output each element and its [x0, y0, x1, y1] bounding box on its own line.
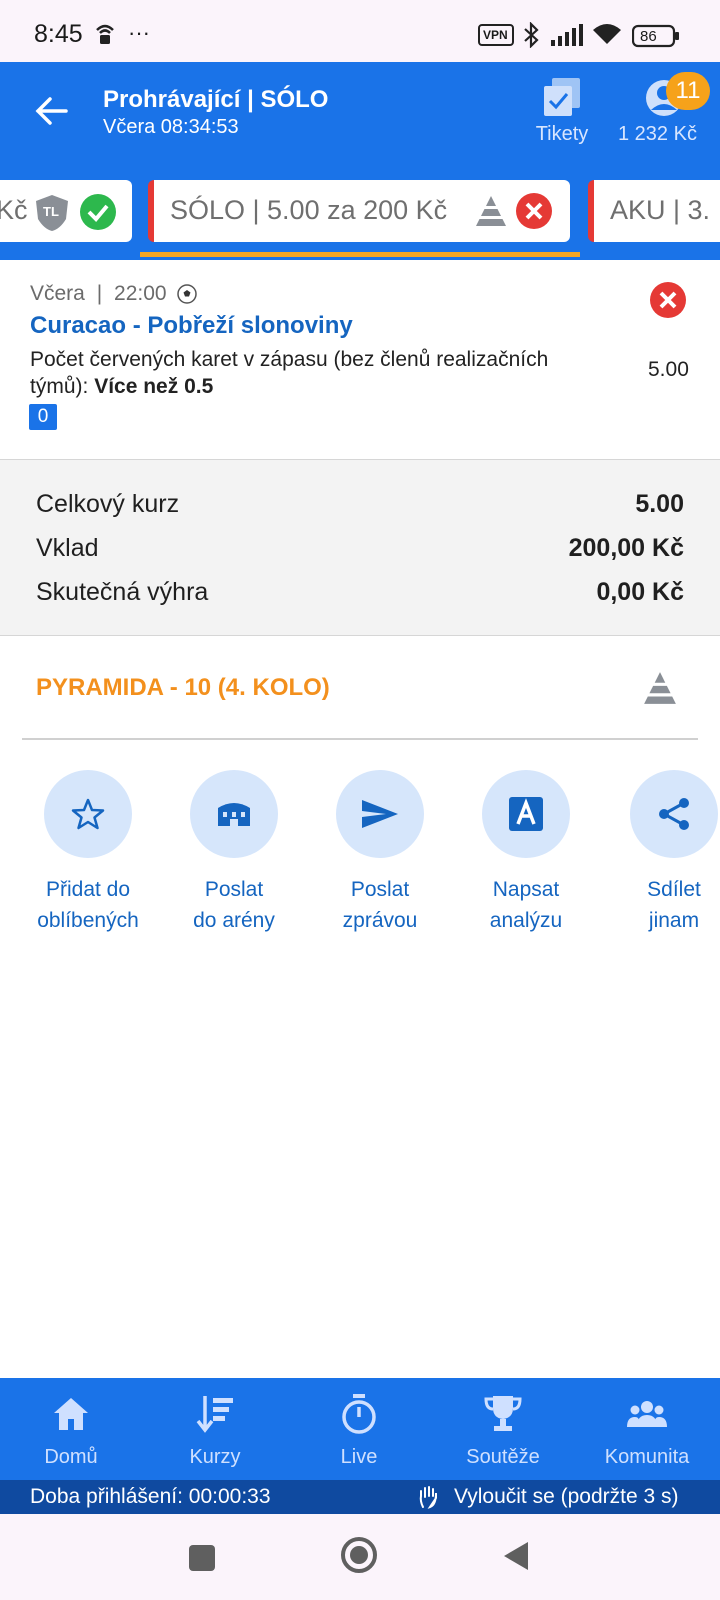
hand-icon [418, 1485, 440, 1515]
ticket-tab-aku[interactable]: AKU | 3. [588, 180, 720, 242]
share-icon [630, 770, 718, 858]
nav-live[interactable]: Live [294, 1392, 424, 1469]
tickets-label[interactable]: Tikety [532, 123, 592, 146]
total-odds-value: 5.00 [635, 490, 684, 518]
pyramid-label: PYRAMIDA - 10 (4. KOLO) [36, 674, 330, 701]
soccer-ball-icon [177, 284, 197, 309]
ticket-tabs: Kč TL SÓLO | 5.00 za 200 Kč AKU | 3. [0, 174, 720, 260]
home-icon [6, 1392, 136, 1436]
ticket-tab-previous[interactable]: Kč TL [0, 180, 132, 242]
wifi-icon [592, 22, 622, 51]
ticket-summary: Celkový kurz 5.00 Vklad 200,00 Kč Skuteč… [0, 460, 720, 636]
recents-square-icon[interactable] [188, 1544, 216, 1577]
back-triangle-icon[interactable] [502, 1540, 530, 1577]
bet-odds: 5.00 [648, 358, 689, 381]
tickets-icon[interactable] [542, 76, 582, 123]
nav-community[interactable]: Komunita [582, 1392, 712, 1469]
score-badge: 0 [29, 404, 57, 430]
back-arrow-icon[interactable] [34, 96, 68, 131]
nav-competitions[interactable]: Soutěže [438, 1392, 568, 1469]
match-name[interactable]: Curacao - Pobřeží slonoviny [30, 312, 353, 340]
add-favorites-button[interactable]: Přidat do oblíbených [24, 770, 152, 936]
status-time: 8:45 [34, 20, 83, 48]
lost-cross-icon [516, 193, 552, 236]
notification-badge[interactable]: 11 [666, 72, 710, 110]
bet-time: 22:00 [114, 282, 167, 305]
bottom-navigation: Domů Kurzy Live Soutěže Komunita [0, 1378, 720, 1480]
bet-selection: Více než 0.5 [94, 375, 214, 398]
nav-odds[interactable]: Kurzy [150, 1392, 280, 1469]
share-button[interactable]: Sdílet jinam [610, 770, 720, 936]
page-title: Prohrávající | SÓLO [103, 86, 329, 113]
ticket-tab-solo[interactable]: SÓLO | 5.00 za 200 Kč [148, 180, 570, 242]
community-icon [582, 1392, 712, 1436]
vpn-icon: VPN [478, 24, 514, 51]
won-check-icon [80, 194, 116, 237]
stake-row: Vklad 200,00 Kč [36, 534, 684, 562]
home-circle-icon[interactable] [340, 1536, 378, 1579]
send-message-button[interactable]: Poslat zprávou [316, 770, 444, 936]
total-odds-row: Celkový kurz 5.00 [36, 490, 684, 518]
pyramid-row[interactable]: PYRAMIDA - 10 (4. KOLO) [22, 636, 698, 740]
tl-shield-icon: TL [34, 193, 70, 240]
star-icon [44, 770, 132, 858]
more-notifications: ··· [128, 20, 150, 45]
bluetooth-icon [522, 21, 540, 53]
lock-wifi-icon [94, 22, 116, 51]
trophy-icon [438, 1392, 568, 1436]
ticket-timestamp: Včera 08:34:53 [103, 116, 239, 138]
app-header: Prohrávající | SÓLO Včera 08:34:53 Tiket… [0, 62, 720, 174]
nav-home[interactable]: Domů [6, 1392, 136, 1469]
pyramid-icon [642, 670, 678, 711]
active-tab-indicator [140, 252, 580, 257]
status-bar: 8:45 ··· VPN 86 [0, 0, 720, 62]
win-row: Skutečná výhra 0,00 Kč [36, 578, 684, 606]
write-analysis-button[interactable]: Napsat analýzu [462, 770, 590, 936]
send-icon [336, 770, 424, 858]
arena-icon [190, 770, 278, 858]
bet-card: Včera | 22:00 Curacao - Pobřeží slonovin… [0, 260, 720, 460]
login-duration: Doba přihlášení: 00:00:33 [30, 1485, 271, 1508]
cross-icon [650, 282, 686, 323]
account-balance[interactable]: 1 232 Kč [618, 123, 697, 146]
send-to-arena-button[interactable]: Poslat do arény [170, 770, 298, 936]
stake-value: 200,00 Kč [568, 534, 684, 562]
system-navigation-bar [0, 1514, 720, 1600]
stopwatch-icon [294, 1392, 424, 1436]
bet-date: Včera [30, 282, 85, 305]
win-value: 0,00 Kč [596, 578, 684, 606]
analysis-icon [482, 770, 570, 858]
self-exclude-button[interactable]: Vyloučit se (podržte 3 s) [454, 1485, 678, 1509]
session-bar: Doba přihlášení: 00:00:33 Vyloučit se (p… [0, 1480, 720, 1514]
pyramid-icon [474, 194, 508, 235]
battery-icon: 86 [631, 24, 680, 53]
signal-icon [550, 24, 584, 51]
odds-icon [150, 1392, 280, 1436]
